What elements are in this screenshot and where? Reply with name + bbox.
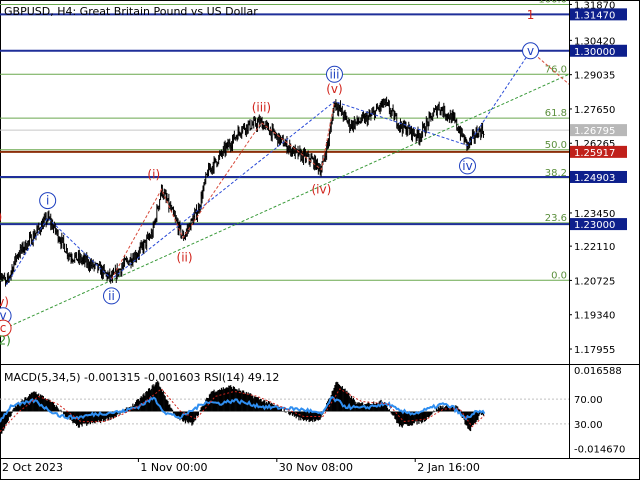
x-tick-label: 2 Oct 2023 — [2, 461, 63, 474]
wave-label-blue-i: i — [46, 194, 49, 208]
indicator-tick-label: 0.016588 — [574, 366, 622, 377]
indicator-title: MACD(5,34,5) -0.001315 -0.001603 RSI(14)… — [4, 371, 279, 384]
y-tick-label: 1.22110 — [574, 242, 615, 253]
wave-label-blue-iii: iii — [329, 67, 339, 81]
wave-label-blue-ii: ii — [108, 289, 115, 303]
y-tick-label: 1.17955 — [574, 345, 615, 356]
indicator-tick-label: 30.00 — [574, 420, 603, 431]
level-124903-tag: 1.24903 — [574, 173, 615, 184]
chart-frame — [0, 0, 640, 480]
wave-label-red-v: (v) — [326, 82, 342, 96]
support-125917-tag: 1.25917 — [574, 148, 615, 159]
indicator-tick-label: -0.014670 — [574, 444, 625, 455]
wave-label-green-2-left: 2) — [0, 333, 11, 347]
y-tick-label: 1.27650 — [574, 105, 615, 116]
x-tick-label: 30 Nov 08:00 — [279, 461, 353, 474]
fib-0-label: 0.0 — [551, 270, 567, 281]
y-tick-label: 1.29035 — [574, 71, 615, 82]
chart-title: GBPUSD, H4: Great Britain Pound vs US Do… — [4, 5, 258, 18]
wave-label-red-iii: (iii) — [252, 101, 271, 115]
y-tick-label: 1.20725 — [574, 276, 615, 287]
wave-label-red-1-top: 1 — [527, 8, 535, 22]
wave-label-red-i: (i) — [147, 168, 160, 182]
fib-23-6-label: 23.6 — [545, 213, 567, 224]
wave-label-red-v-left: v) — [0, 295, 9, 309]
fib-61-8-label: 61.8 — [545, 108, 567, 119]
indicator-tick-label: 70.00 — [574, 395, 603, 406]
fib-100-label: 100.0 — [538, 0, 567, 5]
fib-76-label: 76.0 — [545, 64, 567, 75]
wave-label-red-edge: ) — [0, 210, 2, 224]
fib-50-label: 50.0 — [545, 140, 567, 151]
current-price-tag: 1.26795 — [574, 126, 615, 137]
level-123000-tag: 1.23000 — [574, 220, 615, 231]
wave-label-blue-v-top: v — [527, 44, 534, 58]
wave-label-red-ii: (ii) — [177, 251, 193, 265]
wave-label-blue-iv: iv — [462, 159, 472, 173]
level-131470-tag: 1.31470 — [574, 10, 615, 21]
y-tick-label: 1.19340 — [574, 311, 615, 322]
level-130000-tag: 1.30000 — [574, 47, 615, 58]
x-tick-label: 1 Nov 00:00 — [140, 461, 207, 474]
gbpusd-chart[interactable]: 100.076.061.850.038.223.60.0 1viii(v)(ii… — [0, 0, 640, 480]
chart-root: 100.076.061.850.038.223.60.0 1viii(v)(ii… — [0, 0, 640, 480]
wave-label-red-iv: (iv) — [312, 182, 332, 196]
x-tick-label: 2 Jan 16:00 — [417, 461, 480, 474]
